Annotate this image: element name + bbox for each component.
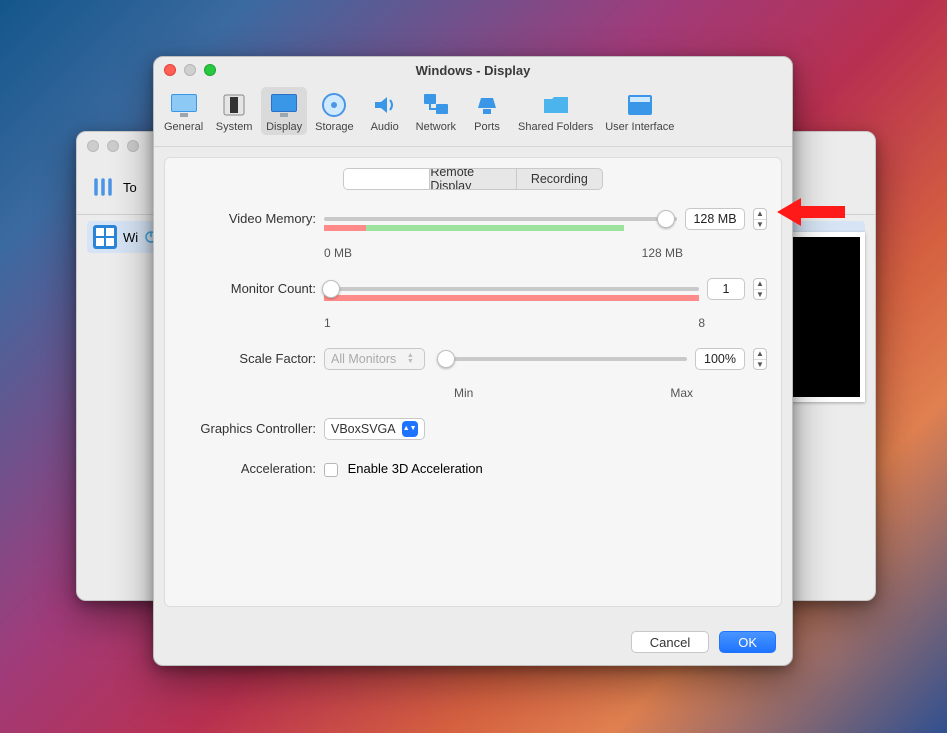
cancel-button[interactable]: Cancel bbox=[631, 631, 709, 653]
category-toolbar: General System Display Storage Audio bbox=[154, 83, 792, 147]
monitor-count-stepper[interactable]: ▲▼ bbox=[753, 278, 767, 300]
monitor-count-max: 8 bbox=[698, 316, 705, 330]
chevron-down-icon: ▼ bbox=[754, 220, 766, 230]
scale-factor-slider[interactable] bbox=[439, 357, 687, 361]
video-memory-slider[interactable] bbox=[324, 217, 677, 221]
video-memory-min: 0 MB bbox=[324, 246, 352, 260]
enable-3d-label: Enable 3D Acceleration bbox=[348, 461, 483, 476]
scale-factor-scope-select[interactable]: All Monitors ▲▼ bbox=[324, 348, 425, 370]
settings-dialog: Windows - Display General System Display… bbox=[153, 56, 793, 666]
video-memory-stepper[interactable]: ▲▼ bbox=[753, 208, 767, 230]
chevron-up-icon: ▲ bbox=[754, 349, 766, 360]
scale-factor-max: Max bbox=[670, 386, 693, 400]
row-graphics-controller: Graphics Controller: VBoxSVGA ▲▼ bbox=[179, 418, 767, 440]
bg-zoom-icon bbox=[127, 140, 139, 152]
video-memory-max: 128 MB bbox=[642, 246, 683, 260]
graphics-controller-select[interactable]: VBoxSVGA ▲▼ bbox=[324, 418, 425, 440]
ok-button[interactable]: OK bbox=[719, 631, 776, 653]
scale-factor-min: Min bbox=[454, 386, 473, 400]
toolbar-item-network[interactable]: Network bbox=[412, 87, 460, 135]
ui-icon bbox=[626, 91, 654, 119]
bg-close-icon bbox=[87, 140, 99, 152]
monitor-count-value[interactable]: 1 bbox=[707, 278, 745, 300]
bg-minimize-icon bbox=[107, 140, 119, 152]
toolbar-item-shared-folders[interactable]: Shared Folders bbox=[514, 87, 597, 135]
minimize-icon bbox=[184, 64, 196, 76]
chevron-down-icon: ▼ bbox=[754, 290, 766, 300]
dialog-footer: Cancel OK bbox=[631, 631, 776, 653]
chevron-updown-icon: ▲▼ bbox=[402, 421, 418, 437]
bg-vm-label: Wi bbox=[123, 230, 138, 245]
settings-body: Remote Display Recording Video Memory: 1… bbox=[164, 157, 782, 607]
network-icon bbox=[422, 91, 450, 119]
monitor-count-thumb[interactable] bbox=[322, 280, 340, 298]
scale-factor-label: Scale Factor: bbox=[179, 348, 324, 366]
toolbar-item-general[interactable]: General bbox=[160, 87, 207, 135]
storage-icon bbox=[320, 91, 348, 119]
monitor-count-label: Monitor Count: bbox=[179, 278, 324, 296]
ports-icon bbox=[473, 91, 501, 119]
system-icon bbox=[220, 91, 248, 119]
toolbar-item-ports[interactable]: Ports bbox=[464, 87, 510, 135]
toolbar-item-display[interactable]: Display bbox=[261, 87, 307, 135]
toolbar-item-user-interface[interactable]: User Interface bbox=[601, 87, 678, 135]
row-scale-factor: Scale Factor: All Monitors ▲▼ 100% ▲▼ Mi… bbox=[179, 348, 767, 400]
toolbar-item-storage[interactable]: Storage bbox=[311, 87, 358, 135]
acceleration-label: Acceleration: bbox=[179, 458, 324, 476]
general-icon bbox=[170, 91, 198, 119]
enable-3d-checkbox[interactable] bbox=[324, 463, 338, 477]
zoom-icon[interactable] bbox=[204, 64, 216, 76]
chevron-up-icon: ▲ bbox=[754, 279, 766, 290]
tab-screen[interactable] bbox=[344, 169, 430, 189]
titlebar: Windows - Display bbox=[154, 57, 792, 83]
scale-factor-value[interactable]: 100% bbox=[695, 348, 745, 370]
row-monitor-count: Monitor Count: 1 ▲▼ 1 8 bbox=[179, 278, 767, 330]
tools-icon bbox=[89, 173, 117, 201]
graphics-controller-label: Graphics Controller: bbox=[179, 418, 324, 436]
chevron-updown-icon: ▲▼ bbox=[402, 351, 418, 367]
chevron-up-icon: ▲ bbox=[754, 209, 766, 220]
toolbar-item-system[interactable]: System bbox=[211, 87, 257, 135]
display-subtab-segmented[interactable]: Remote Display Recording bbox=[343, 168, 603, 190]
scale-factor-stepper[interactable]: ▲▼ bbox=[753, 348, 767, 370]
close-icon[interactable] bbox=[164, 64, 176, 76]
windows-vm-icon bbox=[93, 225, 117, 249]
tab-recording[interactable]: Recording bbox=[517, 169, 602, 189]
chevron-down-icon: ▼ bbox=[754, 360, 766, 370]
tab-remote-display[interactable]: Remote Display bbox=[430, 169, 516, 189]
toolbar-item-audio[interactable]: Audio bbox=[362, 87, 408, 135]
display-icon bbox=[270, 91, 298, 119]
bg-tools-label: To bbox=[123, 180, 137, 195]
scale-factor-thumb[interactable] bbox=[437, 350, 455, 368]
monitor-count-slider[interactable] bbox=[324, 287, 699, 291]
window-title: Windows - Display bbox=[416, 63, 531, 78]
audio-icon bbox=[371, 91, 399, 119]
video-memory-label: Video Memory: bbox=[179, 208, 324, 226]
video-memory-value[interactable]: 128 MB bbox=[685, 208, 745, 230]
folder-icon bbox=[542, 91, 570, 119]
monitor-count-min: 1 bbox=[324, 316, 331, 330]
row-acceleration: Acceleration: Enable 3D Acceleration bbox=[179, 458, 767, 477]
row-video-memory: Video Memory: 128 MB ▲▼ 0 MB 128 MB bbox=[179, 208, 767, 260]
